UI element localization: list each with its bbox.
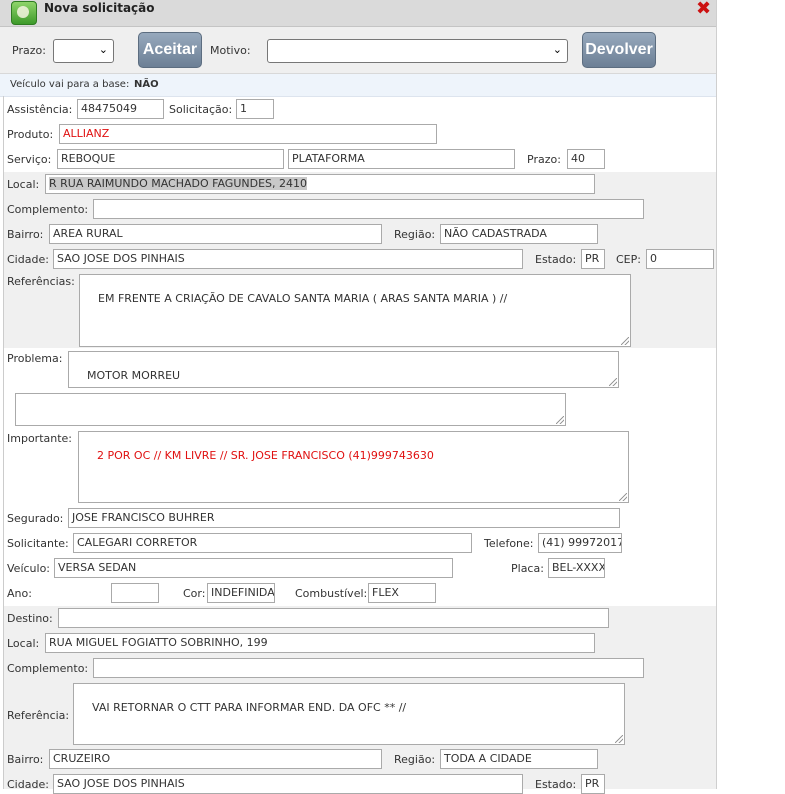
produto-field[interactable]: ALLIANZ xyxy=(59,124,437,144)
destino-local-label: Local: xyxy=(7,637,40,650)
referencias-label: Referências: xyxy=(7,275,75,288)
problema-textarea[interactable]: MOTOR MORREU xyxy=(68,351,619,388)
destino-bairro-field[interactable]: CRUZEIRO xyxy=(49,749,382,769)
prazo-field[interactable]: 40 xyxy=(567,149,605,169)
telefone-field[interactable]: (41) 999720177 xyxy=(538,533,622,553)
cor-label: Cor: xyxy=(183,587,206,600)
servico-label: Serviço: xyxy=(7,153,52,166)
cep-label: CEP: xyxy=(616,253,641,266)
destino-estado-field[interactable]: PR xyxy=(581,774,605,794)
cep-field[interactable]: 0 xyxy=(646,249,714,269)
destino-field[interactable] xyxy=(58,608,609,628)
bairro-label: Bairro: xyxy=(7,228,44,241)
ano-label: Ano: xyxy=(7,587,32,600)
globe-icon xyxy=(11,1,37,25)
destino-referencia-textarea[interactable]: VAI RETORNAR O CTT PARA INFORMAR END. DA… xyxy=(73,683,625,745)
ano-field[interactable] xyxy=(111,583,159,603)
cor-field[interactable]: INDEFINIDA xyxy=(207,583,275,603)
window-title: Nova solicitação xyxy=(44,1,155,15)
produto-label: Produto: xyxy=(7,128,54,141)
destino-cidade-label: Cidade: xyxy=(7,778,49,791)
motivo-label: Motivo: xyxy=(210,44,251,57)
complemento-field[interactable] xyxy=(93,199,644,219)
veiculo-label: Veículo: xyxy=(7,562,51,575)
segurado-field[interactable]: JOSE FRANCISCO BUHRER xyxy=(68,508,620,528)
importante-textarea[interactable]: 2 POR OC // KM LIVRE // SR. JOSE FRANCIS… xyxy=(78,431,629,503)
resize-grip-icon[interactable] xyxy=(621,337,629,345)
destino-referencia-label: Referência: xyxy=(7,709,70,722)
servico-type-field[interactable]: PLATAFORMA xyxy=(288,149,515,169)
motivo-select[interactable]: ⌄ xyxy=(267,39,568,63)
resize-grip-icon[interactable] xyxy=(615,735,623,743)
toolbar: Prazo: ⌄ Aceitar Motivo: ⌄ Devolver xyxy=(0,27,716,74)
estado-field[interactable]: PR xyxy=(581,249,605,269)
solicitacao-label: Solicitação: xyxy=(169,103,233,116)
destino-estado-label: Estado: xyxy=(535,778,577,791)
resize-grip-icon[interactable] xyxy=(609,378,617,386)
cidade-label: Cidade: xyxy=(7,253,49,266)
complemento-label: Complemento: xyxy=(7,203,89,216)
regiao-field[interactable]: NÃO CADASTRADA xyxy=(440,224,598,244)
accept-button[interactable]: Aceitar xyxy=(138,32,202,68)
servico-field[interactable]: REBOQUE xyxy=(57,149,284,169)
prazo-form-label: Prazo: xyxy=(527,153,561,166)
destino-local-field[interactable]: RUA MIGUEL FOGIATTO SOBRINHO, 199 xyxy=(45,633,595,653)
cidade-field[interactable]: SAO JOSE DOS PINHAIS xyxy=(53,249,523,269)
telefone-label: Telefone: xyxy=(484,537,534,550)
destino-complemento-field[interactable] xyxy=(93,658,644,678)
importante-label: Importante: xyxy=(7,432,73,445)
solicitacao-field[interactable]: 1 xyxy=(236,99,274,119)
veiculo-field[interactable]: VERSA SEDAN xyxy=(54,558,453,578)
destino-regiao-label: Região: xyxy=(394,753,436,766)
new-request-window: Nova solicitação ✖ Prazo: ⌄ Aceitar Moti… xyxy=(0,0,716,794)
assistencia-field[interactable]: 48475049 xyxy=(77,99,164,119)
destino-regiao-field[interactable]: TODA A CIDADE xyxy=(440,749,598,769)
base-info-label: Veículo vai para a base: xyxy=(10,79,130,90)
base-info-value: NÃO xyxy=(134,79,159,90)
destino-bairro-label: Bairro: xyxy=(7,753,44,766)
problema-label: Problema: xyxy=(7,352,63,365)
placa-field[interactable]: BEL-XXXX xyxy=(548,558,605,578)
destino-cidade-field[interactable]: SAO JOSE DOS PINHAIS xyxy=(53,774,523,794)
destino-complemento-label: Complemento: xyxy=(7,662,89,675)
combustivel-label: Combustível: xyxy=(295,587,368,600)
combustivel-field[interactable]: FLEX xyxy=(368,583,436,603)
regiao-label: Região: xyxy=(394,228,436,241)
assistencia-label: Assistência: xyxy=(7,103,73,116)
prazo-label: Prazo: xyxy=(12,44,46,57)
return-button[interactable]: Devolver xyxy=(582,32,656,68)
prazo-select[interactable]: ⌄ xyxy=(53,39,114,63)
local-label: Local: xyxy=(7,178,40,191)
info-bar: Veículo vai para a base: NÃO xyxy=(0,74,716,97)
placa-label: Placa: xyxy=(511,562,544,575)
bairro-field[interactable]: AREA RURAL xyxy=(49,224,382,244)
problema-extra-textarea[interactable] xyxy=(15,393,566,426)
segurado-label: Segurado: xyxy=(7,512,64,525)
solicitante-label: Solicitante: xyxy=(7,537,69,550)
solicitante-field[interactable]: CALEGARI CORRETOR xyxy=(73,533,472,553)
resize-grip-icon[interactable] xyxy=(619,493,627,501)
local-field[interactable]: R RUA RAIMUNDO MACHADO FAGUNDES, 2410 xyxy=(45,174,595,194)
close-icon[interactable]: ✖ xyxy=(696,0,711,19)
referencias-textarea[interactable]: EM FRENTE A CRIAÇÃO DE CAVALO SANTA MARI… xyxy=(79,274,631,347)
title-bar[interactable]: Nova solicitação ✖ xyxy=(0,0,716,27)
chevron-down-icon: ⌄ xyxy=(552,43,562,56)
chevron-down-icon: ⌄ xyxy=(98,43,108,56)
resize-grip-icon[interactable] xyxy=(556,416,564,424)
destino-label: Destino: xyxy=(7,612,53,625)
estado-label: Estado: xyxy=(535,253,577,266)
local-value: R RUA RAIMUNDO MACHADO FAGUNDES, 2410 xyxy=(49,177,307,190)
